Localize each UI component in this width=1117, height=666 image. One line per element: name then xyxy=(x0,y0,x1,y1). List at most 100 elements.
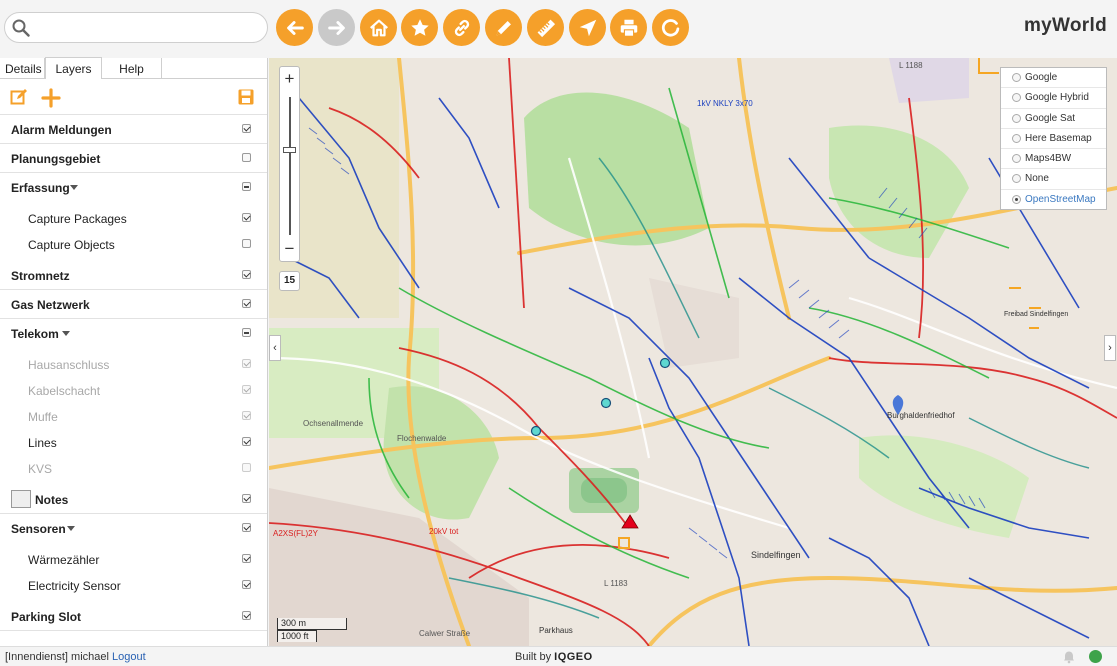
layer-checkbox[interactable] xyxy=(242,580,251,589)
forward-button[interactable] xyxy=(318,9,355,46)
tab-help[interactable]: Help xyxy=(102,58,162,78)
map-view[interactable]: L 1188 L 1183 Burghaldenfriedhof Ochsena… xyxy=(269,58,1117,646)
bell-icon[interactable] xyxy=(1062,650,1076,664)
layer-lines[interactable]: Lines xyxy=(0,429,267,455)
layer-telekom[interactable]: Telekom xyxy=(0,319,267,348)
save-icon[interactable] xyxy=(237,88,255,106)
basemap-option-maps4bw[interactable]: Maps4BW xyxy=(1001,149,1106,170)
layer-checkbox[interactable] xyxy=(242,359,251,368)
basemap-label: OpenStreetMap xyxy=(1025,193,1096,205)
home-button[interactable] xyxy=(360,9,397,46)
print-button[interactable] xyxy=(610,9,647,46)
add-layer-icon[interactable] xyxy=(41,88,61,108)
basemap-option-here[interactable]: Here Basemap xyxy=(1001,129,1106,150)
star-icon xyxy=(410,18,429,36)
back-button[interactable] xyxy=(276,9,313,46)
edit-button[interactable] xyxy=(485,9,522,46)
basemap-option-google-sat[interactable]: Google Sat xyxy=(1001,109,1106,129)
layer-kabelschacht[interactable]: Kabelschacht xyxy=(0,377,267,403)
layer-checkbox[interactable] xyxy=(242,124,251,133)
measure-button[interactable] xyxy=(527,9,564,46)
sensor-marker[interactable] xyxy=(530,425,542,437)
chevron-right-icon: › xyxy=(1108,342,1112,354)
logout-link[interactable]: Logout xyxy=(112,651,146,663)
expand-caret-icon[interactable] xyxy=(70,185,78,190)
search-input[interactable] xyxy=(35,18,260,38)
radio[interactable] xyxy=(1012,194,1021,204)
tab-layers[interactable]: Layers xyxy=(45,57,102,79)
radio[interactable] xyxy=(1012,93,1021,103)
radio[interactable] xyxy=(1012,113,1021,123)
layer-notes[interactable]: Notes xyxy=(0,485,267,514)
layers-panel: Details Layers Help Alarm Meldungen Plan… xyxy=(0,57,268,646)
locate-button[interactable] xyxy=(569,9,606,46)
radio[interactable] xyxy=(1012,73,1021,82)
layer-sensoren[interactable]: Sensoren xyxy=(0,514,267,543)
layer-checkbox[interactable] xyxy=(242,153,251,162)
edit-layers-icon[interactable] xyxy=(10,88,28,106)
zoom-slider-handle[interactable] xyxy=(283,147,296,153)
map-cable-label: A2XS(FL)2Y xyxy=(273,529,319,538)
ruler-icon xyxy=(537,19,555,37)
layer-checkbox[interactable] xyxy=(242,411,251,420)
refresh-button[interactable] xyxy=(652,9,689,46)
layer-checkbox[interactable] xyxy=(242,328,251,337)
radio[interactable] xyxy=(1012,133,1021,143)
zoom-slider-track[interactable] xyxy=(289,97,291,235)
layer-checkbox[interactable] xyxy=(242,523,251,532)
sensor-marker[interactable] xyxy=(600,397,612,409)
basemap-selector: Google Google Hybrid Google Sat Here Bas… xyxy=(1000,67,1107,210)
collapse-left-panel-button[interactable]: ‹ xyxy=(269,335,281,361)
layer-checkbox[interactable] xyxy=(242,182,251,191)
layer-waermezaehler[interactable]: Wärmezähler xyxy=(0,546,267,572)
sensor-marker[interactable] xyxy=(659,357,671,369)
layer-hausanschluss[interactable]: Hausanschluss xyxy=(0,351,267,377)
layer-parking-slot[interactable]: Parking Slot xyxy=(0,602,267,631)
basemap-option-openstreetmap[interactable]: OpenStreetMap xyxy=(1001,190,1106,210)
bookmarks-button[interactable] xyxy=(401,9,438,46)
layer-capture-objects[interactable]: Capture Objects xyxy=(0,231,267,261)
layer-checkbox[interactable] xyxy=(242,437,251,446)
map-cable-label: 20kV tot xyxy=(429,527,459,536)
tab-details[interactable]: Details xyxy=(0,58,45,78)
layer-checkbox[interactable] xyxy=(242,463,251,472)
basemap-label: Google Sat xyxy=(1025,112,1076,124)
layer-checkbox[interactable] xyxy=(242,385,251,394)
layer-checkbox[interactable] xyxy=(242,611,251,620)
basemap-option-google[interactable]: Google xyxy=(1001,68,1106,89)
layer-kvs[interactable]: KVS xyxy=(0,455,267,485)
zoom-out-button[interactable]: − xyxy=(280,239,299,259)
expand-caret-icon[interactable] xyxy=(67,526,75,531)
layer-gas-netzwerk[interactable]: Gas Netzwerk xyxy=(0,290,267,319)
iqgeo-logo: IQGEO xyxy=(554,651,593,663)
link-button[interactable] xyxy=(443,9,480,46)
layer-stromnetz[interactable]: Stromnetz xyxy=(0,261,267,290)
basemap-option-none[interactable]: None xyxy=(1001,169,1106,190)
expand-right-panel-button[interactable]: › xyxy=(1104,335,1116,361)
layer-checkbox[interactable] xyxy=(242,554,251,563)
layer-muffe[interactable]: Muffe xyxy=(0,403,267,429)
radio[interactable] xyxy=(1012,154,1021,164)
basemap-option-google-hybrid[interactable]: Google Hybrid xyxy=(1001,88,1106,109)
layer-alarm-meldungen[interactable]: Alarm Meldungen xyxy=(0,115,267,144)
basemap-label: Google Hybrid xyxy=(1025,92,1089,104)
zoom-in-button[interactable]: + xyxy=(280,69,299,89)
radio[interactable] xyxy=(1012,174,1021,184)
layer-label: Capture Objects xyxy=(28,238,115,252)
link-icon xyxy=(454,19,469,36)
layer-label: Telekom xyxy=(11,327,59,341)
search-box[interactable] xyxy=(4,12,268,43)
expand-caret-icon[interactable] xyxy=(62,331,70,336)
map-place-label: Flochenwalde xyxy=(397,434,447,443)
layer-checkbox[interactable] xyxy=(242,494,251,503)
layer-electricity-sensor[interactable]: Electricity Sensor xyxy=(0,572,267,602)
layer-checkbox[interactable] xyxy=(242,270,251,279)
map-canvas[interactable]: L 1188 L 1183 Burghaldenfriedhof Ochsena… xyxy=(269,58,1117,646)
layer-erfassung[interactable]: Erfassung xyxy=(0,173,267,202)
layer-checkbox[interactable] xyxy=(242,213,251,222)
layer-checkbox[interactable] xyxy=(242,239,251,248)
layer-capture-packages[interactable]: Capture Packages xyxy=(0,205,267,231)
layer-checkbox[interactable] xyxy=(242,299,251,308)
layer-planungsgebiet[interactable]: Planungsgebiet xyxy=(0,144,267,173)
layer-label: KVS xyxy=(28,462,53,476)
